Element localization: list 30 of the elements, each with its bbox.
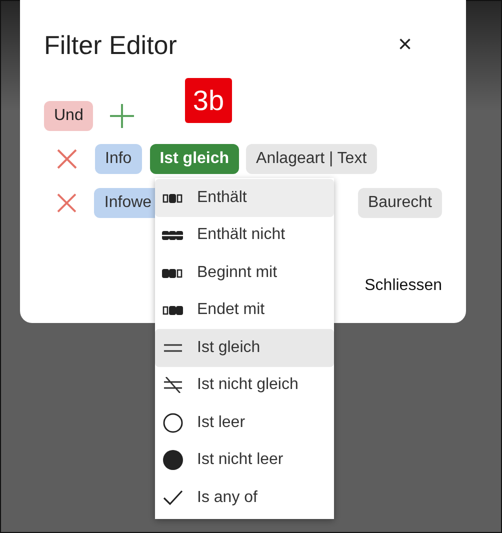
annotation-badge: 3b xyxy=(185,78,232,123)
text-match-icon xyxy=(162,304,184,316)
menu-item[interactable]: Ist nicht gleich xyxy=(155,366,334,404)
menu-item[interactable]: Ist gleich xyxy=(155,329,334,366)
field-chip[interactable]: Info xyxy=(95,144,142,174)
menu-item[interactable]: Enthält xyxy=(155,179,334,216)
text-match-icon xyxy=(162,192,184,204)
close-dialog-button[interactable]: Schliessen xyxy=(356,268,450,304)
operator-chip[interactable]: Ist gleich xyxy=(150,144,240,174)
filled-circle-icon xyxy=(163,450,183,470)
delete-icon[interactable] xyxy=(57,193,76,213)
equals-icon xyxy=(164,342,182,353)
check-icon xyxy=(163,490,183,506)
value-chip[interactable]: Anlageart | Text xyxy=(246,144,377,174)
menu-item[interactable]: Enthält nicht xyxy=(155,216,334,254)
not-equals-icon xyxy=(164,377,182,394)
text-match-icon xyxy=(162,266,184,279)
menu-item[interactable]: Endet mit xyxy=(155,292,334,329)
close-button[interactable]: × xyxy=(392,31,418,59)
group-operator-chip[interactable]: Und xyxy=(44,101,94,131)
delete-icon[interactable] xyxy=(57,149,77,169)
menu-item[interactable]: Beginnt mit xyxy=(155,254,334,292)
menu-item[interactable]: Is any of xyxy=(155,479,334,516)
text-match-icon xyxy=(162,229,184,242)
menu-item[interactable]: Ist nicht leer xyxy=(155,442,334,479)
add-icon[interactable] xyxy=(109,103,136,129)
dialog-title: Filter Editor xyxy=(44,29,177,62)
menu-item[interactable]: Ist leer xyxy=(155,404,334,442)
value-chip[interactable]: Baurecht xyxy=(358,188,442,218)
circle-icon xyxy=(163,412,183,433)
